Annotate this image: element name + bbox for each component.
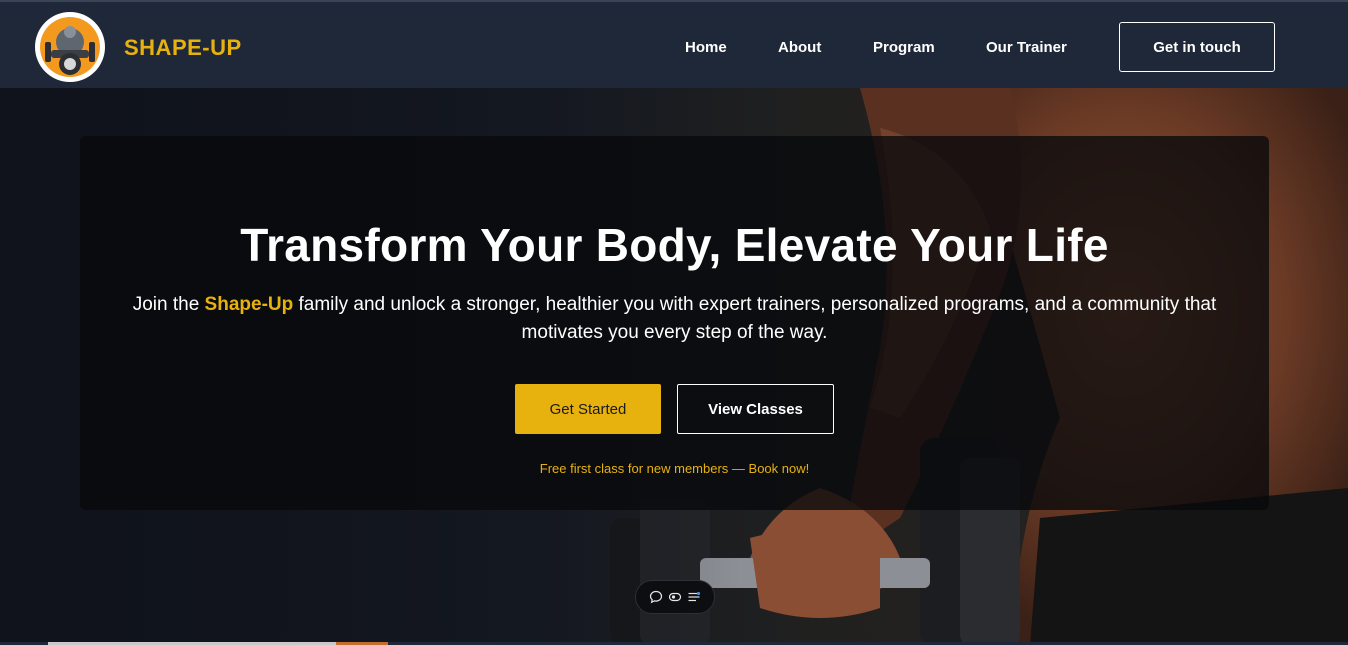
floating-toolbar — [635, 580, 715, 614]
view-classes-button[interactable]: View Classes — [677, 384, 834, 434]
settings-sliders-icon[interactable] — [687, 590, 701, 604]
nav-home[interactable]: Home — [685, 39, 727, 56]
brand-name[interactable]: SHAPE-UP — [124, 35, 242, 61]
brand-highlight: Shape-Up — [204, 294, 294, 315]
get-started-button[interactable]: Get Started — [515, 384, 661, 434]
promo-text[interactable]: Free first class for new members — Book … — [80, 461, 1269, 476]
nav-about[interactable]: About — [778, 39, 821, 56]
hero-subtitle: Join the Shape-Up family and unlock a st… — [110, 291, 1239, 347]
hero-section: Transform Your Body, Elevate Your Life J… — [0, 88, 1348, 645]
eye-icon[interactable] — [668, 590, 682, 604]
hero-card: Transform Your Body, Elevate Your Life J… — [80, 136, 1269, 510]
logo[interactable] — [35, 12, 105, 82]
top-navbar: SHAPE-UP Home About Program Our Trainer … — [0, 0, 1348, 88]
chat-icon[interactable] — [649, 590, 663, 604]
hero-subtitle-intro: Join the — [132, 294, 205, 315]
nav-program[interactable]: Program — [873, 39, 935, 56]
hero-subtitle-rest: family and unlock a stronger, healthier … — [293, 294, 1217, 343]
gym-logo-icon — [37, 14, 103, 80]
nav-our-trainer[interactable]: Our Trainer — [986, 39, 1067, 56]
hero-title: Transform Your Body, Elevate Your Life — [240, 219, 1109, 271]
get-in-touch-button[interactable]: Get in touch — [1119, 22, 1275, 72]
